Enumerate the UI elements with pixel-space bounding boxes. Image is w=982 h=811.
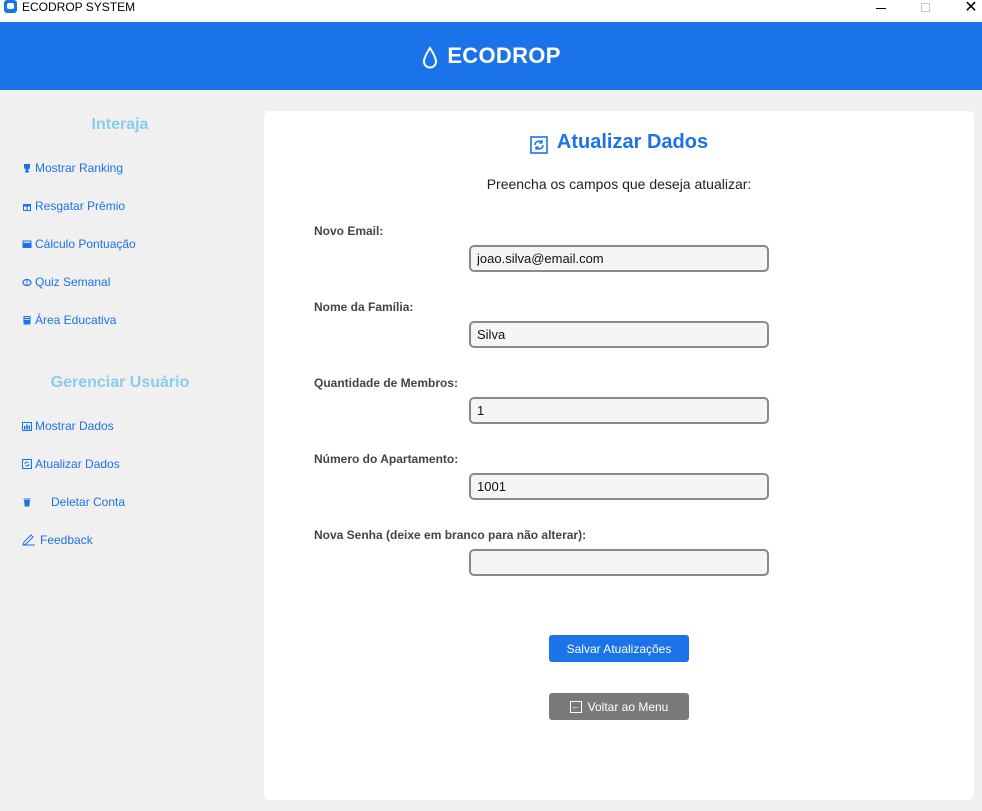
members-label: Quantidade de Membros: — [314, 376, 459, 390]
sidebar-item-mostrar-ranking[interactable]: Mostrar Ranking — [22, 158, 123, 178]
close-button[interactable]: ✕ — [948, 0, 982, 16]
sidebar-item-label: Área Educativa — [35, 313, 117, 327]
sidebar-heading-interaja: Interaja — [91, 116, 149, 133]
maximize-icon — [920, 2, 930, 12]
chart-icon — [22, 421, 32, 431]
email-label: Novo Email: — [314, 224, 384, 238]
back-arrow-icon: ← — [569, 700, 582, 713]
refresh-icon — [22, 459, 32, 469]
apartment-label: Número do Apartamento: — [314, 452, 459, 466]
sidebar-item-label: Mostrar Dados — [35, 419, 114, 433]
maximize-button[interactable] — [902, 0, 948, 14]
sidebar-item-label: Resgatar Prêmio — [35, 199, 126, 213]
sidebar-item-label: Atualizar Dados — [35, 457, 120, 471]
pencil-icon — [22, 534, 36, 546]
header-title: ECODROP — [447, 43, 561, 68]
sidebar-item-feedback[interactable]: Feedback — [22, 530, 93, 550]
close-icon: ✕ — [964, 0, 978, 16]
apartment-field[interactable] — [469, 473, 769, 500]
window-title: ECODROP SYSTEM — [22, 0, 136, 14]
sidebar-item-label: Feedback — [40, 533, 93, 547]
trophy-icon — [22, 163, 32, 173]
sidebar-item-resgatar-premio[interactable]: Resgatar Prêmio — [22, 196, 125, 216]
back-button-label: Voltar ao Menu — [587, 699, 669, 714]
sidebar-item-label: Deletar Conta — [51, 495, 126, 509]
members-field[interactable] — [469, 397, 769, 424]
minimize-icon — [876, 7, 886, 9]
sidebar-item-label: Cálculo Pontuação — [35, 237, 136, 251]
app-header: ECODROP — [0, 22, 982, 90]
window-titlebar: ECODROP SYSTEM ✕ — [0, 0, 982, 22]
page-title-text: Atualizar Dados — [556, 131, 709, 153]
password-label: Nova Senha (deixe em branco para não alt… — [314, 528, 587, 542]
minimize-button[interactable] — [858, 0, 904, 14]
family-name-field[interactable] — [469, 321, 769, 348]
sidebar-item-label: Quiz Semanal — [35, 275, 111, 289]
sidebar-heading-gerenciar-usuario: Gerenciar Usuário — [50, 374, 190, 391]
main-card: Atualizar Dados Preencha os campos que d… — [264, 111, 974, 800]
back-to-menu-button[interactable]: ← Voltar ao Menu — [549, 693, 689, 720]
password-field[interactable] — [469, 549, 769, 576]
sidebar: Interaja Mostrar Ranking Resgatar Prêmio… — [0, 90, 240, 811]
sidebar-item-quiz-semanal[interactable]: Quiz Semanal — [22, 272, 110, 292]
calculator-icon — [22, 239, 32, 249]
sidebar-item-calculo-pontuacao[interactable]: Cálculo Pontuação — [22, 234, 136, 254]
book-icon — [22, 315, 32, 325]
page-subtitle: Preencha os campos que deseja atualizar: — [486, 176, 752, 192]
sidebar-item-mostrar-dados[interactable]: Mostrar Dados — [22, 416, 114, 436]
brain-icon — [22, 277, 32, 287]
sidebar-item-area-educativa[interactable]: Área Educativa — [22, 310, 116, 330]
water-drop-icon — [423, 46, 438, 69]
save-button[interactable]: Salvar Atualizações — [549, 635, 689, 662]
sidebar-item-label: Mostrar Ranking — [35, 161, 124, 175]
save-button-label: Salvar Atualizações — [566, 641, 672, 656]
email-field[interactable] — [469, 245, 769, 272]
gift-icon — [22, 201, 32, 211]
family-name-label: Nome da Família: — [314, 300, 414, 314]
page-title: Atualizar Dados — [264, 131, 974, 154]
sidebar-item-atualizar-dados[interactable]: Atualizar Dados — [22, 454, 120, 474]
trash-icon — [22, 497, 32, 507]
app-icon — [4, 0, 17, 13]
sidebar-item-deletar-conta[interactable]: Deletar Conta — [22, 492, 125, 512]
refresh-icon — [530, 135, 548, 154]
